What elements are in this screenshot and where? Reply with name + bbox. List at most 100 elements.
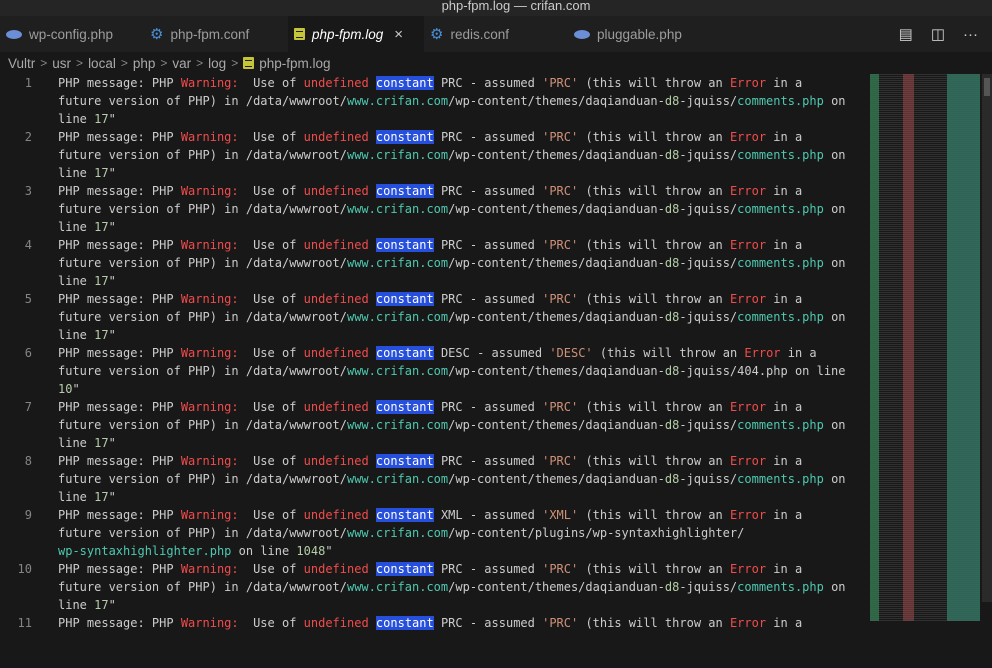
line-content[interactable]: PHP message: PHP Warning: Use of undefin… [58,74,846,128]
editor[interactable]: 1 PHP message: PHP Warning: Use of undefi… [0,74,992,630]
error-token: undefined [303,184,369,198]
number-token: 17 [94,112,109,126]
string-token: 'PRC' [542,184,579,198]
wrapped-line: wp-syntaxhighlighter.php on line 1048" [58,544,333,558]
search-match: constant [375,238,434,252]
number-token: d8 [664,418,680,432]
log-line: 8 PHP message: PHP Warning: Use of undefi… [0,452,992,506]
error-token: Error [729,454,767,468]
link-token: www.crifan.com [346,580,449,594]
error-token: Warning: [180,454,239,468]
more-actions-icon[interactable]: ··· [963,26,978,43]
wrapped-line: PHP message: PHP Warning: Use of undefin… [58,130,803,144]
breadcrumb-item[interactable]: local [88,56,116,71]
string-token: 'PRC' [542,130,579,144]
close-tab-icon[interactable]: × [394,26,403,43]
line-content[interactable]: PHP message: PHP Warning: Use of undefin… [58,290,846,344]
tab-redis-conf[interactable]: ⚙ redis.conf [424,16,568,52]
error-token: undefined [303,616,369,630]
number-token: 17 [94,436,109,450]
number-token: 1048 [296,544,326,558]
link-token: comments.php [737,202,824,216]
wrapped-line: PHP message: PHP Warning: Use of undefin… [58,400,803,414]
link-token: www.crifan.com [346,418,449,432]
split-editor-icon[interactable]: ◫ [931,25,945,43]
link-token: comments.php [737,256,824,270]
wrapped-line: line 17" [58,274,116,288]
error-token: Error [729,616,767,630]
search-match: constant [375,292,434,306]
search-match: constant [375,184,434,198]
breadcrumb-item[interactable]: var [172,56,191,71]
tab-wp-config-php[interactable]: wp-config.php [0,16,144,52]
search-match: constant [375,130,434,144]
string-token: 'XML' [542,508,579,522]
error-token: undefined [303,400,369,414]
error-token: Warning: [180,184,239,198]
string-token: 'PRC' [542,400,579,414]
error-token: Error [729,238,767,252]
line-content[interactable]: PHP message: PHP Warning: Use of undefin… [58,398,846,452]
log-file-icon [294,28,305,40]
error-token: Warning: [180,130,239,144]
string-token: 'PRC' [542,616,579,630]
link-token: www.crifan.com [346,472,449,486]
log-line: 1 PHP message: PHP Warning: Use of undefi… [0,74,992,128]
log-line: 9 PHP message: PHP Warning: Use of undefi… [0,506,992,560]
number-token: d8 [664,310,680,324]
breadcrumb-item[interactable]: php [133,56,156,71]
line-content[interactable]: PHP message: PHP Warning: Use of undefin… [58,182,846,236]
wrapped-line: future version of PHP) in /data/wwwroot/… [58,202,846,216]
wrapped-line: PHP message: PHP Warning: Use of undefin… [58,508,803,522]
wrapped-line: 10" [58,382,80,396]
wrapped-line: PHP message: PHP Warning: Use of undefin… [58,76,803,90]
line-content[interactable]: PHP message: PHP Warning: Use of undefin… [58,128,846,182]
open-preview-icon[interactable]: ▤ [899,25,913,43]
breadcrumb-item[interactable]: Vultr [8,56,35,71]
error-token: Warning: [180,76,239,90]
tab-label: pluggable.php [597,26,682,42]
line-content[interactable]: PHP message: PHP Warning: Use of undefin… [58,236,846,290]
tab-label: wp-config.php [29,26,114,42]
chevron-right-icon: > [231,56,239,70]
line-content[interactable]: PHP message: PHP Warning: Use of undefin… [58,614,802,668]
link-token: www.crifan.com [346,202,449,216]
link-token: comments.php [737,148,824,162]
line-content[interactable]: PHP message: PHP Warning: Use of undefin… [58,452,846,506]
error-token: Warning: [180,616,239,630]
chevron-right-icon: > [196,56,204,70]
minimap[interactable] [870,74,980,621]
number-token: 17 [94,220,109,234]
error-token: Error [729,508,767,522]
link-token: www.crifan.com [346,94,449,108]
line-content[interactable]: PHP message: PHP Warning: Use of undefin… [58,506,802,560]
tab-php-fpm-log[interactable]: php-fpm.log × [288,16,424,52]
scrollbar-thumb[interactable] [984,78,990,96]
link-token: www.crifan.com [346,256,449,270]
vertical-scrollbar[interactable] [982,74,992,602]
tab-label: redis.conf [450,26,509,42]
error-token: Error [729,76,767,90]
link-token: www.crifan.com [346,526,449,540]
breadcrumb-item[interactable]: php-fpm.log [259,56,330,71]
wrapped-line: PHP message: PHP Warning: Use of undefin… [58,562,803,576]
breadcrumb: Vultr > usr > local > php > var > log > php-fpm.log [0,52,992,74]
tab-pluggable-php[interactable]: pluggable.php [568,16,712,52]
number-token: d8 [664,148,680,162]
number-token: 17 [94,598,109,612]
breadcrumb-item[interactable]: usr [52,56,71,71]
log-line: 5 PHP message: PHP Warning: Use of undefi… [0,290,992,344]
tab-php-fpm-conf[interactable]: ⚙ php-fpm.conf [144,16,288,52]
number-token: d8 [664,256,680,270]
line-content[interactable]: PHP message: PHP Warning: Use of undefin… [58,344,846,398]
string-token: 'PRC' [542,292,579,306]
wrapped-line: line 17" [58,328,116,342]
chevron-right-icon: > [120,56,128,70]
wrapped-line: PHP message: PHP Warning: Use of undefin… [58,454,803,468]
wrapped-line: line 17" [58,166,116,180]
link-token: comments.php [737,580,824,594]
line-content[interactable]: PHP message: PHP Warning: Use of undefin… [58,560,846,614]
breadcrumb-item[interactable]: log [208,56,226,71]
line-number: 4 [24,238,32,252]
number-token: 17 [94,166,109,180]
